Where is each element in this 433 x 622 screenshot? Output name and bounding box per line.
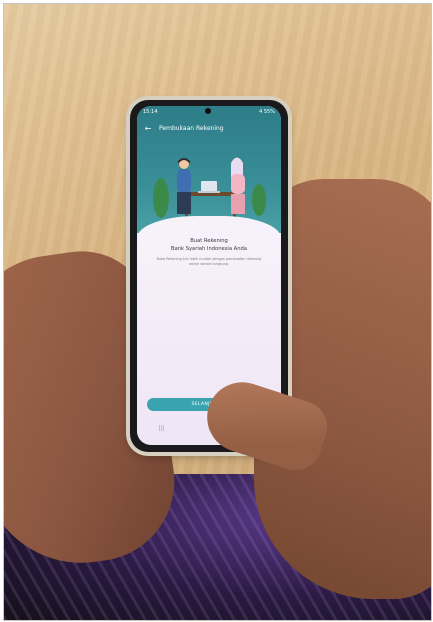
description-text: Buka Rekening kini lebih mudah dengan pe…: [156, 257, 262, 266]
sub-heading: Bank Syariah Indonesia Anda: [171, 246, 247, 252]
meeting-illustration: [153, 157, 266, 218]
man-legs: [177, 192, 191, 214]
photo-frame: 15:14 4 55% ← Pembukaan Rekening Buat Re…: [3, 3, 432, 621]
man-body: [177, 169, 191, 193]
page-title: Pembukaan Rekening: [159, 124, 224, 132]
status-indicators: 4 55%: [259, 109, 275, 115]
app-bar: ← Pembukaan Rekening: [137, 120, 281, 136]
main-heading: Buat Rekening: [190, 238, 228, 244]
recent-apps-icon[interactable]: |||: [159, 425, 165, 432]
arrow-left-icon[interactable]: ←: [141, 124, 155, 133]
woman-body: [231, 174, 245, 194]
plant-right: [252, 184, 266, 216]
status-time: 15:14: [143, 109, 158, 115]
woman-legs: [231, 194, 245, 214]
laptop-base: [198, 191, 220, 193]
front-camera: [205, 108, 211, 114]
plant-left: [153, 178, 169, 218]
laptop-screen: [201, 181, 217, 192]
